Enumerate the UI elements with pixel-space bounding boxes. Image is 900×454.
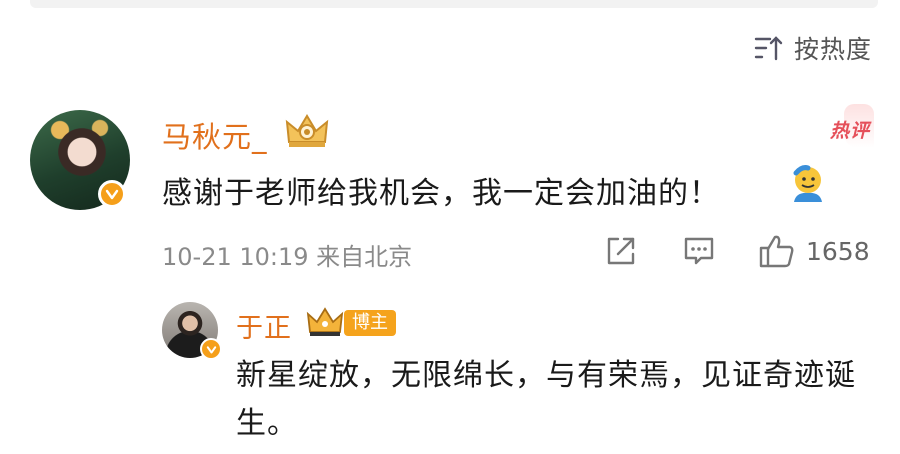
comment-button[interactable] xyxy=(682,233,716,269)
share-button[interactable] xyxy=(604,233,638,269)
like-count: 1658 xyxy=(806,236,870,266)
crown-icon xyxy=(306,307,344,336)
comment-username[interactable]: 马秋元_ xyxy=(162,114,268,156)
comment-timestamp: 10-21 10:19 来自北京 xyxy=(162,243,413,271)
verified-icon xyxy=(200,338,222,360)
salute-emoji xyxy=(793,165,822,202)
reply-username[interactable]: 于正 xyxy=(236,306,292,345)
top-divider xyxy=(30,0,878,8)
sort-label: 按热度 xyxy=(793,35,872,64)
sort-icon xyxy=(754,36,783,61)
comment-icon xyxy=(684,237,714,265)
comment-text: 感谢于老师给我机会，我一定会加油的！ xyxy=(162,176,720,211)
share-icon xyxy=(607,237,635,265)
reply-avatar[interactable] xyxy=(162,302,222,360)
author-badge: 博主 xyxy=(344,310,396,336)
hot-comment-badge: 热评 xyxy=(830,104,874,148)
verified-icon xyxy=(98,180,126,208)
crown-icon xyxy=(285,114,329,147)
like-icon xyxy=(759,235,794,268)
reply-text: 新星绽放，无限绵长，与有荣焉，见证奇迹诞生。 xyxy=(236,358,856,441)
like-button[interactable]: 1658 xyxy=(758,233,870,269)
avatar[interactable] xyxy=(30,110,130,210)
sort-by-hot-button[interactable]: 按热度 xyxy=(754,33,872,64)
